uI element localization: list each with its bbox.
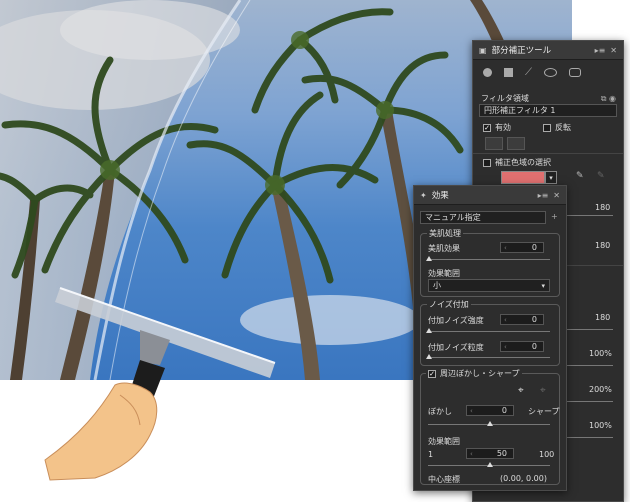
checkbox-checked-icon: ✓ <box>428 369 436 378</box>
crosshair-add-icon[interactable]: ⌖ <box>540 385 546 396</box>
speech-tool-icon[interactable] <box>569 68 581 77</box>
enabled-label: 有効 <box>495 123 511 132</box>
skin-effect-slider[interactable] <box>428 259 550 260</box>
center-value: (0.00, 0.00) <box>500 474 547 483</box>
value-3: 180 <box>595 313 611 322</box>
effect-icon: ✦ <box>420 190 427 200</box>
noise-grain-label: 付加ノイズ粒度 <box>428 343 484 352</box>
effect-range-label: 効果範囲 <box>428 269 460 278</box>
chevron-down-icon: ▾ <box>541 281 545 290</box>
eyedropper-add-icon[interactable]: ✎ <box>597 171 605 181</box>
region-label: フィルタ領域 <box>481 94 529 103</box>
close-icon[interactable]: ✕ <box>553 191 560 200</box>
tool-row: ⟋ <box>483 67 581 78</box>
slider-knob[interactable] <box>487 462 493 467</box>
slider-track[interactable] <box>561 401 613 402</box>
panel-titlebar: ▣ 部分補正ツール ▸≡ ✕ <box>473 41 623 60</box>
square-tool-icon[interactable] <box>504 68 513 77</box>
value-5: 200% <box>589 385 612 394</box>
panel-menu-icon[interactable]: ▸≡ <box>538 191 549 200</box>
noise-strength-field[interactable]: ‹ 0 <box>500 314 544 325</box>
enabled-checkbox[interactable]: ✓ 有効 <box>483 122 511 133</box>
noise-strength-label: 付加ノイズ強度 <box>428 316 484 325</box>
noise-group-title: ノイズ付加 <box>427 299 471 310</box>
brush-tool-icon: ▣ <box>479 45 487 55</box>
panel-menu-icon[interactable]: ▸≡ <box>595 46 606 55</box>
color-swatch-row: ▾ <box>501 171 557 184</box>
value-6: 100% <box>589 421 612 430</box>
range-field[interactable]: ‹ 50 <box>466 448 514 459</box>
range-min: 1 <box>428 450 434 459</box>
region-tools-icon[interactable]: ⧉ ◉ <box>601 94 616 104</box>
chevron-down-icon[interactable]: ▾ <box>545 171 557 184</box>
checkbox-icon <box>483 158 491 167</box>
decrement-icon[interactable]: ‹ <box>470 407 473 415</box>
noise-strength-slider[interactable] <box>428 331 550 332</box>
crosshair-icon[interactable]: ⌖ <box>518 385 524 396</box>
skin-effect-label: 美肌効果 <box>428 244 460 253</box>
panel-title: 部分補正ツール <box>491 46 552 56</box>
mode-button-2[interactable] <box>507 137 525 150</box>
squeegee-illustration <box>44 287 276 481</box>
noise-grain-slider[interactable] <box>428 357 550 358</box>
close-icon[interactable]: ✕ <box>610 46 617 55</box>
slider-knob[interactable] <box>426 256 432 261</box>
slider-knob[interactable] <box>426 328 432 333</box>
color-select-checkbox[interactable]: 補正色域の選択 <box>483 157 551 168</box>
periph-checkbox[interactable]: ✓ 周辺ぼかし・シャープ <box>426 368 522 379</box>
decrement-icon[interactable]: ‹ <box>504 343 507 351</box>
effect-range-select[interactable]: 小 ▾ <box>428 279 550 292</box>
skin-effect-field[interactable]: ‹ 0 <box>500 242 544 253</box>
mode-button-1[interactable] <box>485 137 503 150</box>
effect-range-value: 小 <box>433 281 441 290</box>
brush-icon[interactable]: ⟋ <box>525 67 532 78</box>
slider-track[interactable] <box>561 329 613 330</box>
periph-group-title: 周辺ぼかし・シャープ <box>440 369 520 378</box>
decrement-icon[interactable]: ‹ <box>504 244 507 252</box>
add-preset-icon[interactable]: + <box>551 212 558 221</box>
checkbox-icon <box>543 123 551 132</box>
blur-sharp-field[interactable]: ‹ 0 <box>466 405 514 416</box>
sharp-label: シャープ <box>528 407 560 416</box>
slider-knob[interactable] <box>487 421 493 426</box>
eyedropper-icon[interactable]: ✎ <box>576 171 584 181</box>
range-label: 効果範囲 <box>428 437 460 446</box>
ellipse-tool-icon[interactable] <box>544 68 557 77</box>
filter-mode-buttons <box>485 137 525 150</box>
slider-track[interactable] <box>561 365 613 366</box>
effect-title: 効果 <box>431 191 449 201</box>
slider-knob[interactable] <box>426 354 432 359</box>
region-row: フィルタ領域 ⧉ ◉ <box>481 93 616 104</box>
filter-select[interactable]: 円形補正フィルタ 1 <box>479 104 617 117</box>
slider-track[interactable] <box>561 215 613 216</box>
skin-group-title: 美肌処理 <box>427 228 463 239</box>
checkbox-checked-icon: ✓ <box>483 123 491 132</box>
center-label: 中心座標 <box>428 475 460 484</box>
value-2: 180 <box>595 241 611 250</box>
range-max: 100 <box>539 450 555 459</box>
color-select-label: 補正色域の選択 <box>495 158 551 167</box>
value-1: 180 <box>595 203 611 212</box>
effect-titlebar: ✦ 効果 ▸≡ ✕ <box>414 186 566 205</box>
invert-label: 反転 <box>555 123 571 132</box>
color-swatch[interactable] <box>501 171 545 184</box>
effect-panel: ✦ 効果 ▸≡ ✕ マニュアル指定 + 美肌処理 美肌効果 ‹ 0 効果範囲 小 … <box>413 185 567 491</box>
decrement-icon[interactable]: ‹ <box>504 316 507 324</box>
mode-select[interactable]: マニュアル指定 <box>420 211 546 224</box>
value-4: 100% <box>589 349 612 358</box>
slider-track[interactable] <box>561 437 613 438</box>
blur-label: ぼかし <box>428 407 452 416</box>
noise-grain-field[interactable]: ‹ 0 <box>500 341 544 352</box>
periph-group <box>420 373 560 485</box>
divider <box>473 153 623 154</box>
invert-checkbox[interactable]: 反転 <box>543 122 571 133</box>
circle-tool-icon[interactable] <box>483 68 492 77</box>
decrement-icon[interactable]: ‹ <box>470 450 473 458</box>
